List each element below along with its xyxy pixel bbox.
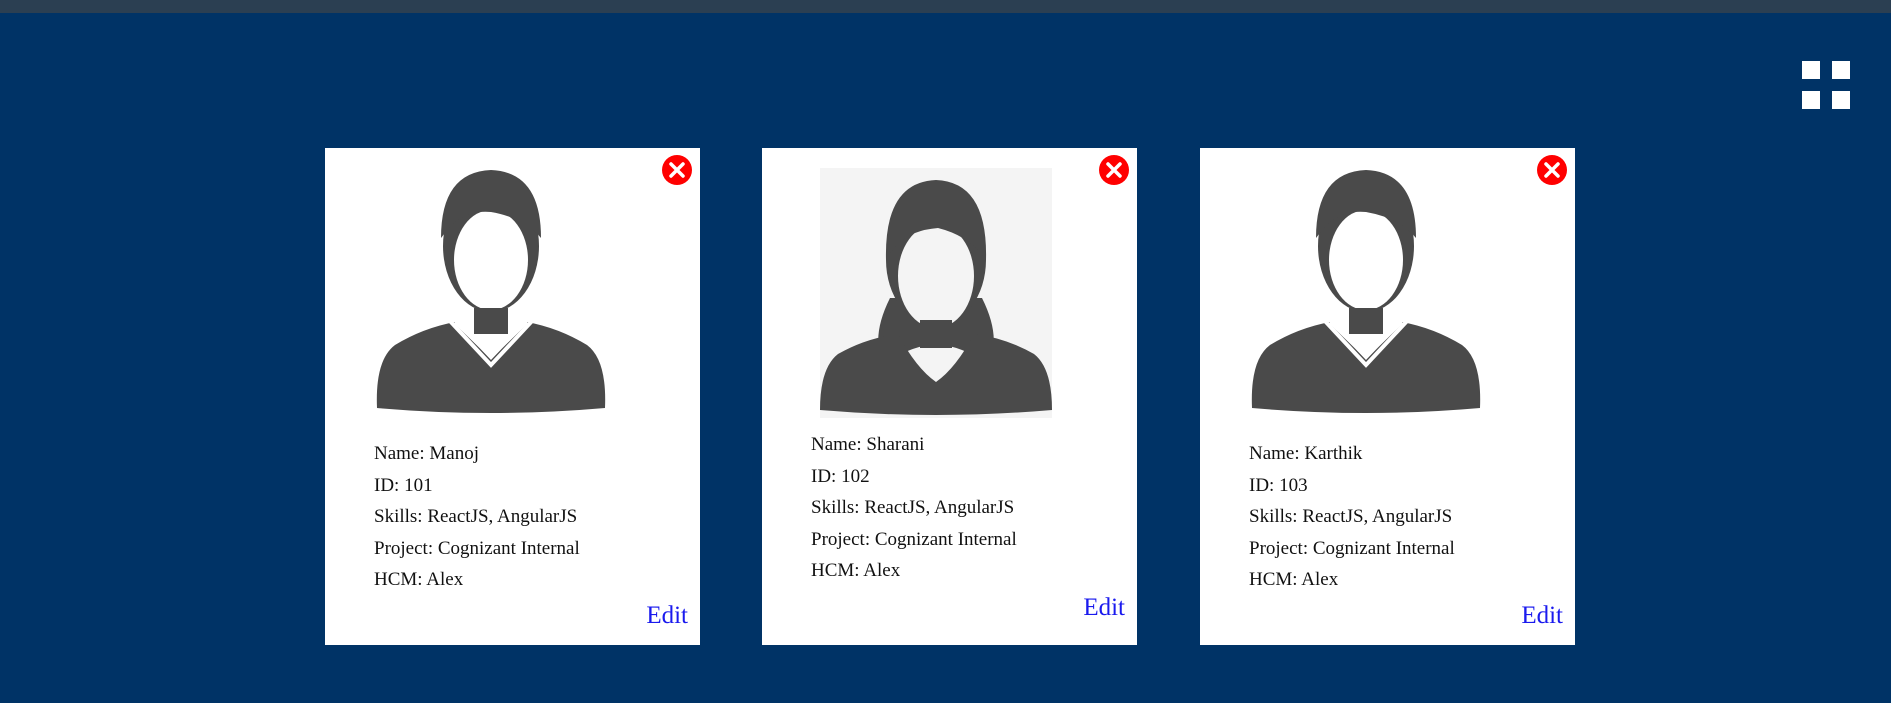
- employee-card: Name: Manoj ID: 101 Skills: ReactJS, Ang…: [325, 148, 700, 645]
- employee-name: Name: Karthik: [1249, 443, 1363, 464]
- male-avatar-icon: [1251, 170, 1481, 413]
- employee-hcm: HCM: Alex: [374, 569, 464, 590]
- close-icon[interactable]: [1098, 154, 1130, 186]
- employee-project: Project: Cognizant Internal: [811, 528, 1017, 550]
- employee-card: Name: Sharani ID: 102 Skills: ReactJS, A…: [762, 148, 1137, 645]
- employee-name: Name: Sharani: [811, 434, 925, 455]
- male-avatar-icon: [376, 170, 606, 413]
- employee-hcm: HCM: Alex: [811, 560, 901, 581]
- employee-details: Name: Karthik ID: 103 Skills: ReactJS, A…: [1249, 438, 1455, 596]
- close-icon[interactable]: [1536, 154, 1568, 186]
- employee-id: ID: 103: [1249, 474, 1308, 496]
- employee-skills: Skills: ReactJS, AngularJS: [374, 506, 578, 527]
- employee-details: Name: Sharani ID: 102 Skills: ReactJS, A…: [811, 429, 1017, 587]
- employee-hcm: HCM: Alex: [1249, 569, 1339, 590]
- employee-details: Name: Manoj ID: 101 Skills: ReactJS, Ang…: [374, 438, 580, 596]
- top-bar: [0, 0, 1891, 13]
- edit-link[interactable]: Edit: [1083, 594, 1125, 622]
- employee-id: ID: 101: [374, 474, 433, 496]
- female-avatar-graphic: [820, 180, 1052, 415]
- grid-square: [1802, 61, 1820, 79]
- edit-link[interactable]: Edit: [1521, 602, 1563, 630]
- edit-link[interactable]: Edit: [646, 602, 688, 630]
- employee-name: Name: Manoj: [374, 443, 480, 464]
- close-icon[interactable]: [661, 154, 693, 186]
- female-avatar-icon: [820, 168, 1052, 418]
- grid-square: [1802, 91, 1820, 109]
- employee-card: Name: Karthik ID: 103 Skills: ReactJS, A…: [1200, 148, 1575, 645]
- grid-view-icon[interactable]: [1802, 61, 1852, 111]
- grid-square: [1832, 61, 1850, 79]
- employee-project: Project: Cognizant Internal: [374, 537, 580, 559]
- employee-skills: Skills: ReactJS, AngularJS: [1249, 506, 1453, 527]
- grid-square: [1832, 91, 1850, 109]
- employee-project: Project: Cognizant Internal: [1249, 537, 1455, 559]
- employee-skills: Skills: ReactJS, AngularJS: [811, 497, 1015, 518]
- employee-id: ID: 102: [811, 465, 870, 487]
